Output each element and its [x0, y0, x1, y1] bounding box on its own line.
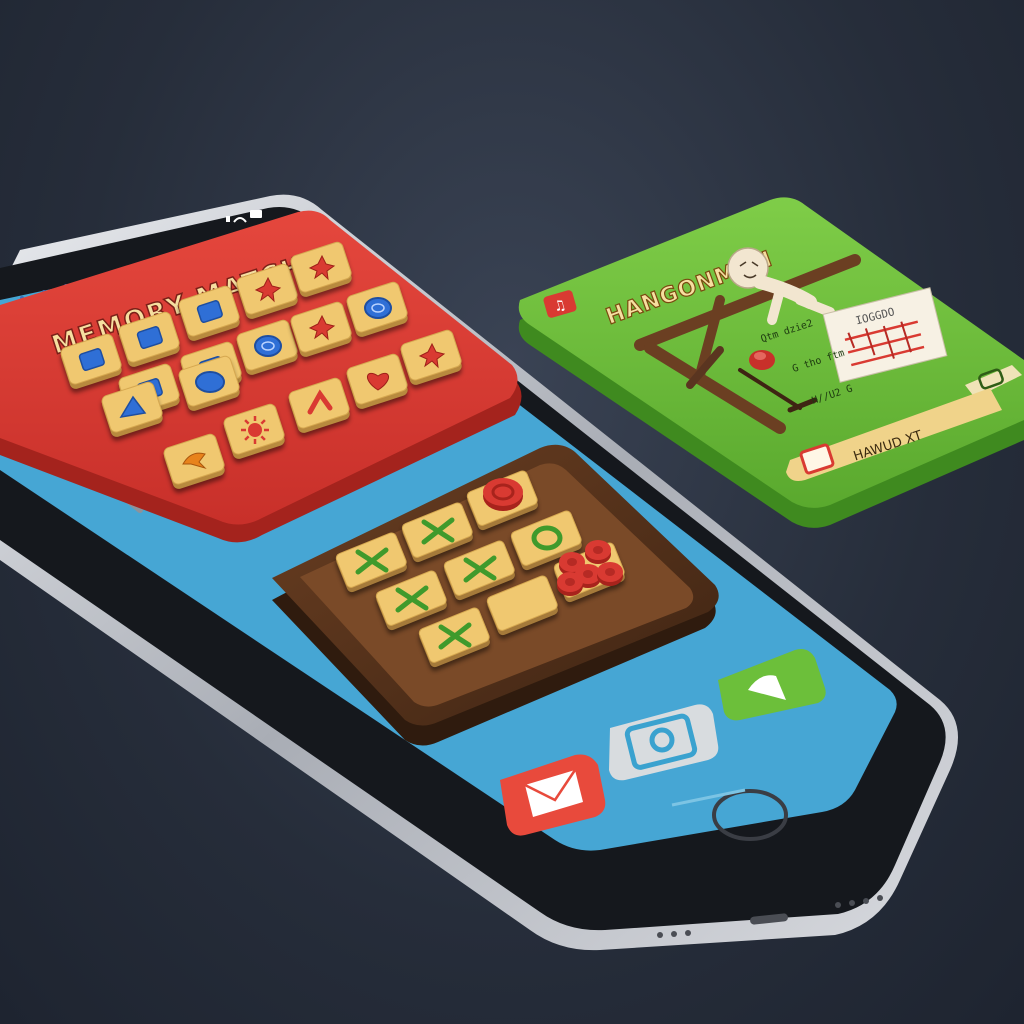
circle-icon — [254, 335, 282, 357]
red-piece-icon — [483, 478, 523, 511]
battery-icon — [250, 210, 262, 218]
signal-icon — [226, 216, 230, 222]
sun-icon — [241, 416, 269, 444]
game-scene: MEMORY MATCH ♫ HANGONMAN — [0, 194, 1024, 951]
blob-icon — [195, 371, 225, 393]
hangman-red-piece-highlight — [754, 352, 766, 360]
circle-icon — [364, 297, 392, 319]
